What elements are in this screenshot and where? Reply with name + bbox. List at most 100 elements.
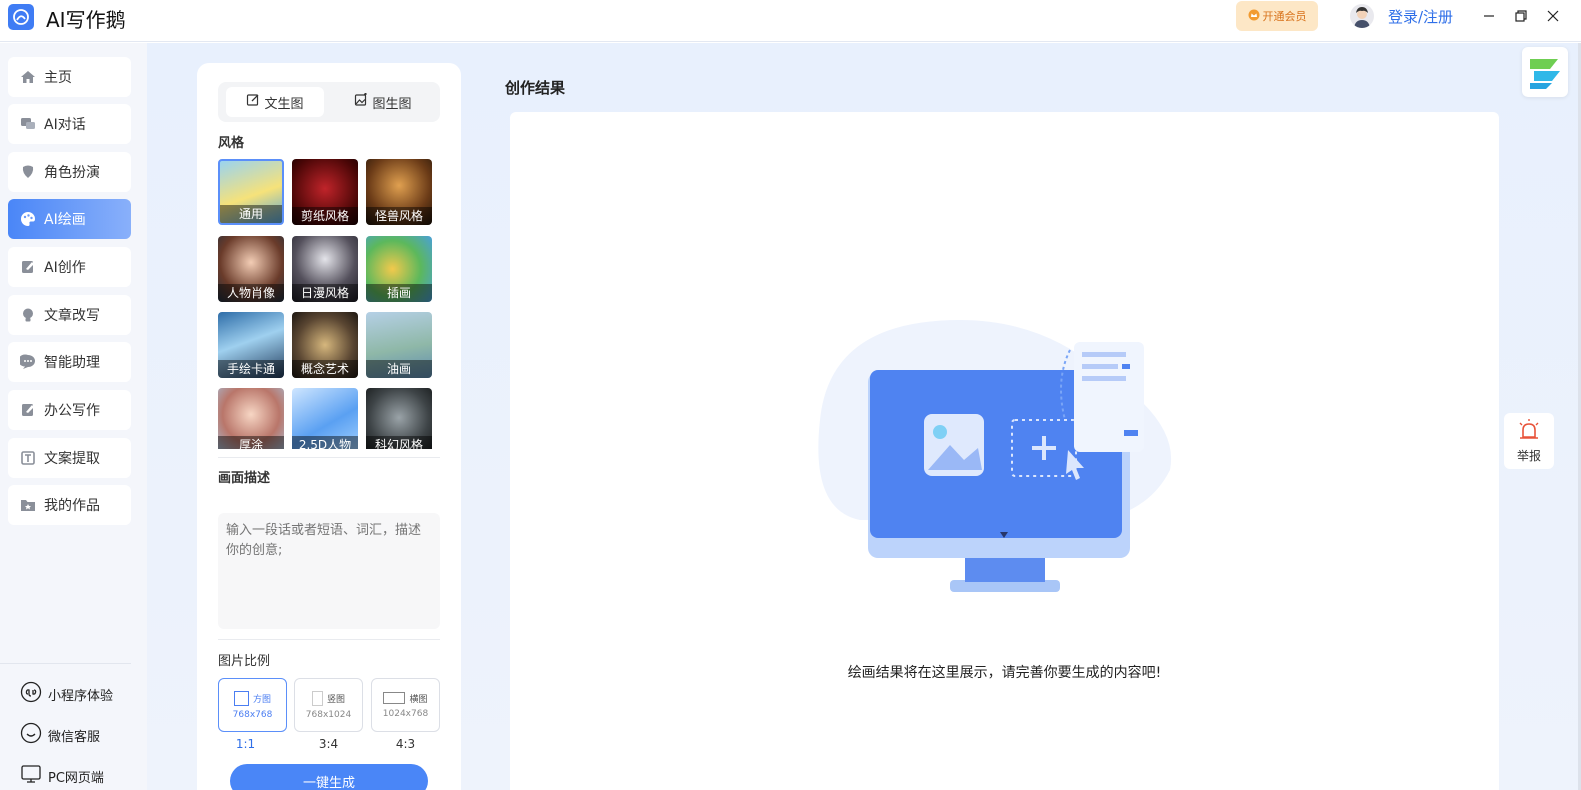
app-logo-icon bbox=[8, 4, 34, 30]
minimize-button[interactable] bbox=[1476, 3, 1502, 29]
ratio-name: 横图 bbox=[409, 694, 428, 705]
app-title: AI写作鹅 bbox=[46, 8, 126, 32]
style-label: 插画 bbox=[366, 284, 432, 302]
ratio-section-title: 图片比例 bbox=[218, 654, 271, 669]
ratio-size: 768x768 bbox=[232, 709, 273, 720]
style-card-thick-paint[interactable]: 厚涂 bbox=[218, 388, 284, 449]
sidebar-bottom-pc-web[interactable]: PC网页端 bbox=[20, 763, 104, 789]
report-button[interactable]: 举报 bbox=[1504, 413, 1554, 469]
tab-image-to-image[interactable]: 图生图 bbox=[334, 87, 432, 117]
style-card-illustration[interactable]: 插画 bbox=[366, 236, 432, 302]
close-icon bbox=[1547, 10, 1559, 22]
edit-icon bbox=[246, 93, 260, 111]
sidebar-bottom-label: 微信客服 bbox=[48, 729, 101, 745]
style-label: 油画 bbox=[366, 360, 432, 378]
sidebar-item-label: AI绘画 bbox=[44, 212, 86, 228]
folder-icon bbox=[20, 497, 36, 513]
tab-label: 图生图 bbox=[372, 96, 412, 112]
style-card-papercut[interactable]: 剪纸风格 bbox=[292, 159, 358, 225]
style-grid: 通用 剪纸风格 怪兽风格 人物肖像 日漫风格 插画 手绘卡通 概念艺术 油画 厚… bbox=[218, 159, 440, 449]
style-section-title: 风格 bbox=[218, 136, 245, 151]
sidebar-item-label: 主页 bbox=[44, 70, 72, 86]
sidebar-item-label: AI对话 bbox=[44, 117, 86, 133]
style-card-concept-art[interactable]: 概念艺术 bbox=[292, 312, 358, 378]
generate-button[interactable]: 一键生成 bbox=[230, 764, 428, 790]
ratio-option-landscape[interactable]: 横图 1024x768 bbox=[371, 678, 440, 732]
style-card-general[interactable]: 通用 bbox=[218, 159, 284, 225]
square-ratio-icon bbox=[233, 690, 249, 706]
result-title: 创作结果 bbox=[505, 79, 566, 97]
style-card-scifi[interactable]: 科幻风格 bbox=[366, 388, 432, 449]
ratio-label: 1:1 bbox=[235, 737, 256, 751]
sidebar-item-my-works[interactable]: 我的作品 bbox=[8, 485, 131, 525]
login-register-link[interactable]: 登录/注册 bbox=[1388, 6, 1453, 27]
sidebar-divider bbox=[0, 663, 131, 664]
sidebar-bottom-miniprogram[interactable]: 小程序体验 bbox=[20, 681, 113, 707]
sidebar-item-label: 智能助理 bbox=[44, 355, 100, 371]
sidebar-item-label: 文案提取 bbox=[44, 451, 100, 467]
ratio-option-portrait[interactable]: 竖图 768x1024 bbox=[294, 678, 363, 732]
miniprogram-icon bbox=[20, 681, 42, 707]
avatar[interactable] bbox=[1350, 4, 1374, 28]
ratio-name: 方图 bbox=[252, 694, 271, 705]
floating-app-logo[interactable] bbox=[1522, 47, 1568, 97]
close-button[interactable] bbox=[1540, 3, 1566, 29]
ratio-option-square[interactable]: 方图 768x768 bbox=[218, 678, 287, 732]
sidebar-item-assistant[interactable]: 智能助理 bbox=[8, 342, 131, 382]
style-label: 日漫风格 bbox=[292, 284, 358, 302]
landscape-ratio-icon bbox=[383, 692, 406, 704]
sidebar-item-extract[interactable]: 文案提取 bbox=[8, 438, 131, 478]
style-label: 手绘卡通 bbox=[218, 360, 284, 378]
palette-icon bbox=[20, 211, 36, 227]
sidebar-item-ai-chat[interactable]: AI对话 bbox=[8, 104, 131, 144]
sidebar-bottom-wechat-service[interactable]: 微信客服 bbox=[20, 722, 100, 748]
wechat-service-icon bbox=[20, 722, 42, 748]
sidebar-item-rewrite[interactable]: 文章改写 bbox=[8, 295, 131, 335]
sidebar-item-label: 我的作品 bbox=[44, 498, 100, 514]
sidebar-item-office[interactable]: 办公写作 bbox=[8, 390, 131, 430]
report-label: 举报 bbox=[1516, 448, 1541, 463]
ratio-label: 3:4 bbox=[318, 737, 339, 751]
tab-text-to-image[interactable]: 文生图 bbox=[226, 87, 324, 117]
style-card-anime[interactable]: 日漫风格 bbox=[292, 236, 358, 302]
minimize-icon bbox=[1484, 15, 1494, 17]
image-edit-icon bbox=[354, 93, 368, 111]
restore-button[interactable] bbox=[1508, 3, 1534, 29]
style-label: 怪兽风格 bbox=[366, 207, 432, 225]
sidebar-item-ai-painting[interactable]: AI绘画 bbox=[8, 199, 131, 239]
ratio-label: 4:3 bbox=[395, 737, 416, 751]
style-label: 2.5D人物 bbox=[292, 436, 358, 449]
ratio-size: 768x1024 bbox=[305, 709, 352, 720]
office-icon bbox=[20, 402, 36, 418]
style-label: 通用 bbox=[220, 205, 282, 223]
style-card-portrait[interactable]: 人物肖像 bbox=[218, 236, 284, 302]
style-label: 概念艺术 bbox=[292, 360, 358, 378]
home-icon bbox=[20, 69, 36, 85]
bulb-icon bbox=[20, 307, 36, 323]
sidebar-item-label: AI创作 bbox=[44, 260, 86, 276]
chat-icon bbox=[20, 116, 36, 132]
sidebar-item-ai-create[interactable]: AI创作 bbox=[8, 247, 131, 287]
sidebar-item-home[interactable]: 主页 bbox=[8, 57, 131, 97]
main-area: 文生图 图生图 风格 通用 剪纸风格 怪兽风格 人物肖像 日漫风格 插画 手绘卡… bbox=[147, 43, 1581, 790]
sidebar-item-roleplay[interactable]: 角色扮演 bbox=[8, 152, 131, 192]
vip-button[interactable]: 开通会员 bbox=[1236, 1, 1318, 31]
app-shortcut-icon bbox=[1530, 59, 1560, 89]
pc-web-icon bbox=[20, 763, 42, 789]
ratio-name: 竖图 bbox=[326, 694, 345, 705]
style-card-cartoon[interactable]: 手绘卡通 bbox=[218, 312, 284, 378]
style-card-monster[interactable]: 怪兽风格 bbox=[366, 159, 432, 225]
sidebar: 主页 AI对话 角色扮演 AI绘画 AI创作 文章改写 智能助理 办公写作 文案… bbox=[0, 43, 147, 790]
empty-state-message: 绘画结果将在这里展示，请完善你要生成的内容吧! bbox=[847, 665, 1162, 681]
sidebar-bottom-label: 小程序体验 bbox=[48, 688, 114, 704]
style-card-2-5d[interactable]: 2.5D人物 bbox=[292, 388, 358, 449]
settings-panel: 文生图 图生图 风格 通用 剪纸风格 怪兽风格 人物肖像 日漫风格 插画 手绘卡… bbox=[197, 63, 461, 790]
tab-label: 文生图 bbox=[264, 96, 304, 112]
description-section-title: 画面描述 bbox=[218, 471, 271, 486]
divider bbox=[218, 639, 440, 640]
style-card-oil-painting[interactable]: 油画 bbox=[366, 312, 432, 378]
edit-doc-icon bbox=[20, 259, 36, 275]
description-input[interactable] bbox=[218, 513, 440, 629]
crown-icon bbox=[1248, 9, 1260, 24]
roleplay-icon bbox=[20, 164, 36, 180]
